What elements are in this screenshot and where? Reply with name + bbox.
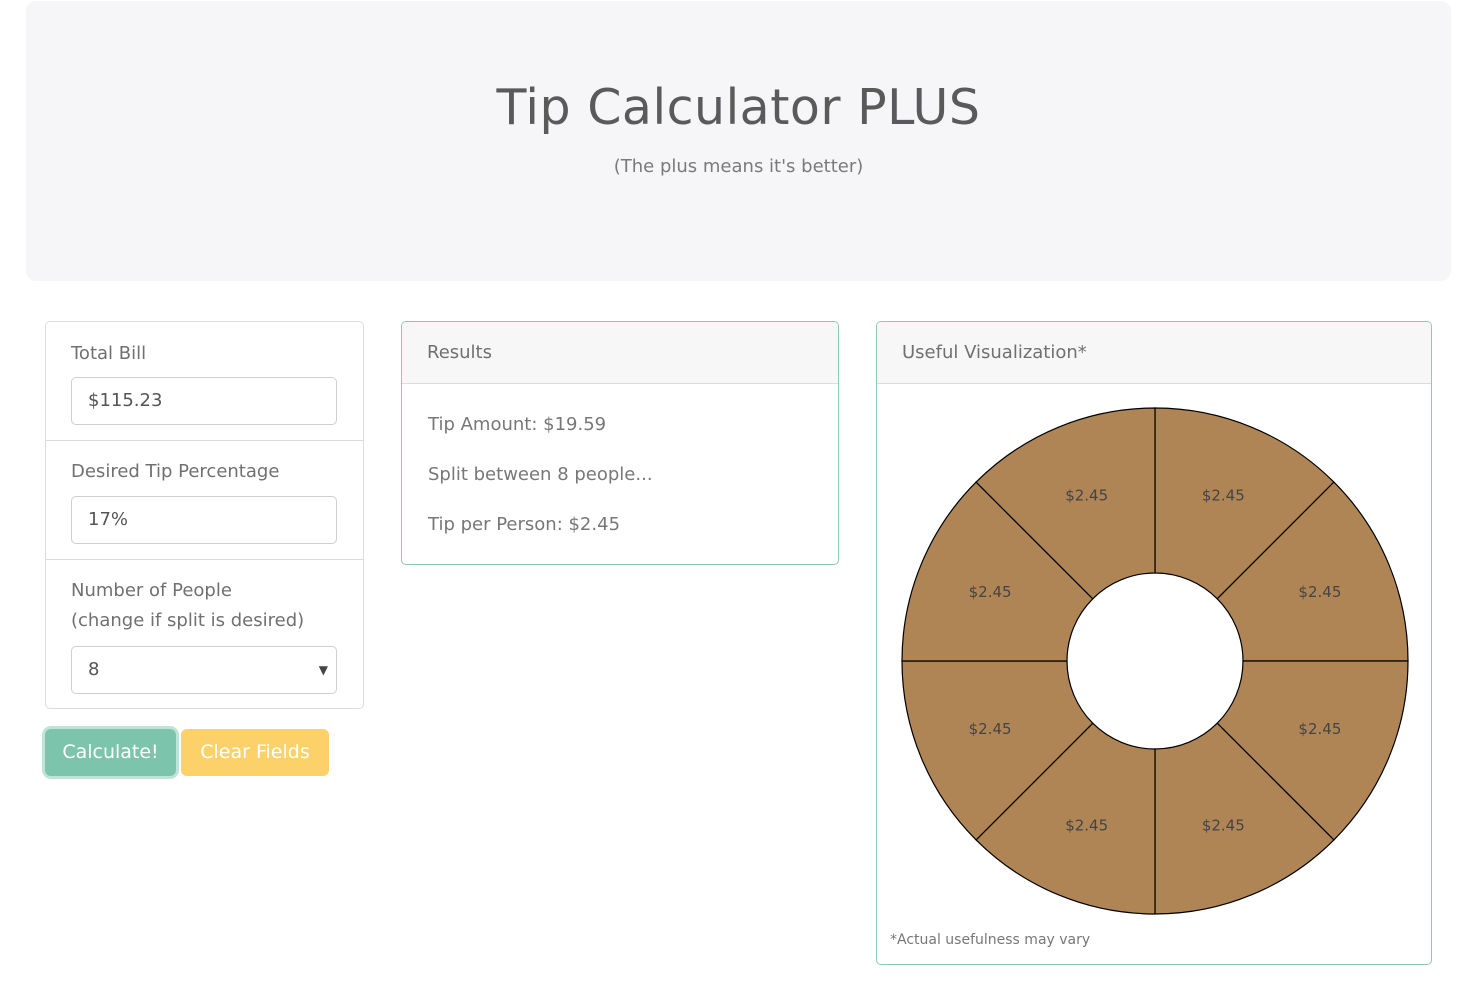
results-card: Results Tip Amount: $19.59 Split between…	[401, 321, 839, 565]
people-selected-value: 8	[88, 659, 100, 680]
results-header: Results	[402, 322, 838, 384]
calculate-button[interactable]: Calculate!	[45, 729, 176, 776]
page-title: Tip Calculator PLUS	[496, 79, 981, 136]
tip-per-person-text: Tip per Person: $2.45	[428, 514, 621, 535]
total-bill-label: Total Bill	[71, 343, 147, 364]
total-bill-input[interactable]: $115.23	[71, 377, 337, 425]
donut-slice-label-5: $2.45	[1065, 816, 1108, 834]
tip-percentage-label: Desired Tip Percentage	[71, 461, 280, 482]
header-jumbotron: Tip Calculator PLUS (The plus means it's…	[26, 1, 1451, 281]
donut-slice-label-8: $2.45	[1065, 487, 1108, 505]
donut-slice-label-1: $2.45	[1202, 487, 1245, 505]
donut-slice-label-6: $2.45	[969, 720, 1012, 738]
tip-percentage-value: 17%	[88, 509, 129, 530]
people-select[interactable]: 8 ▼	[71, 646, 337, 694]
tip-amount-text: Tip Amount: $19.59	[428, 414, 607, 435]
input-card: Total Bill $115.23 Desired Tip Percentag…	[45, 321, 364, 709]
donut-slice-label-3: $2.45	[1298, 720, 1341, 738]
donut-slice-label-2: $2.45	[1298, 583, 1341, 601]
dropdown-arrow-icon: ▼	[318, 663, 328, 677]
split-text: Split between 8 people...	[428, 464, 653, 485]
total-bill-group: Total Bill $115.23	[46, 322, 363, 441]
people-group: Number of People (change if split is des…	[46, 560, 363, 710]
tip-percentage-group: Desired Tip Percentage 17%	[46, 441, 363, 560]
visualization-card: Useful Visualization* $2.45 $2.45 $2.45 $2.…	[876, 321, 1432, 965]
clear-fields-button[interactable]: Clear Fields	[181, 729, 329, 776]
donut-chart: $2.45 $2.45 $2.45 $2.45 $2.45 $2.45 $2.45 $2.45	[901, 407, 1409, 915]
donut-slice-label-7: $2.45	[969, 583, 1012, 601]
visualization-header: Useful Visualization*	[877, 322, 1431, 384]
tip-percentage-input[interactable]: 17%	[71, 496, 337, 544]
usefulness-footnote: *Actual usefulness may vary	[890, 932, 1091, 948]
people-sublabel: (change if split is desired)	[71, 610, 305, 631]
page-subtitle: (The plus means it's better)	[613, 156, 864, 177]
people-label: Number of People	[71, 580, 232, 601]
donut-slice-label-4: $2.45	[1202, 816, 1245, 834]
total-bill-value: $115.23	[88, 390, 163, 411]
